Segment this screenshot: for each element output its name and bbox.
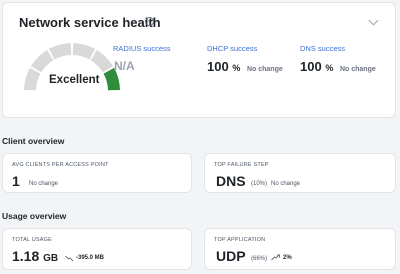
trend-down-icon [65,255,74,262]
dhcp-success-label[interactable]: DHCP success [207,44,257,53]
top-failure-value: DNS [216,173,246,189]
gauge-label: Excellent [49,74,100,86]
avg-clients-value: 1 [12,173,20,189]
client-overview-title: Client overview [2,136,65,146]
top-application-label: TOP APPLICATION [214,237,266,243]
radius-success-value: N/A [114,59,135,73]
top-application-value: UDP [216,248,246,264]
top-failure-change: No change [271,181,301,187]
dns-success-label[interactable]: DNS success [300,44,345,53]
health-title: Network service health [19,15,161,30]
network-health-card: Network service health i Excellent RADIU… [2,2,396,118]
top-application-percent: (66%) [251,256,268,262]
gauge-segment [24,67,41,91]
radius-success-label[interactable]: RADIUS success [113,44,171,53]
usage-overview-title: Usage overview [2,211,67,221]
gauge-segment [30,49,54,73]
total-usage-card[interactable]: TOTAL USAGE 1.18 GB -395.0 MB [2,228,192,270]
gauge-segment [72,43,96,60]
total-usage-label: TOTAL USAGE [12,237,52,243]
avg-clients-change: No change [29,181,59,187]
trend-up-icon [271,254,280,261]
total-usage-value: 1.18 GB [12,248,59,264]
top-failure-card[interactable]: TOP FAILURE STEP DNS (10%) No change [204,153,396,193]
health-gauge [24,43,120,91]
total-usage-change: -395.0 MB [76,255,105,261]
top-application-card[interactable]: TOP APPLICATION UDP (66%) 2% [204,228,396,270]
avg-clients-label: AVG CLIENTS PER ACCESS POINT [12,162,109,168]
info-icon[interactable]: i [145,17,154,26]
top-failure-percent: (10%) [251,181,268,187]
top-application-change: 2% [283,255,292,261]
avg-clients-card[interactable]: AVG CLIENTS PER ACCESS POINT 1 No change [2,153,192,193]
chevron-down-icon[interactable] [368,15,379,26]
dhcp-success-value: 100 % No change [207,59,283,74]
gauge-segment [48,43,72,60]
dns-success-value: 100 % No change [300,59,376,74]
gauge-segment [90,49,114,73]
top-failure-label: TOP FAILURE STEP [214,162,269,168]
